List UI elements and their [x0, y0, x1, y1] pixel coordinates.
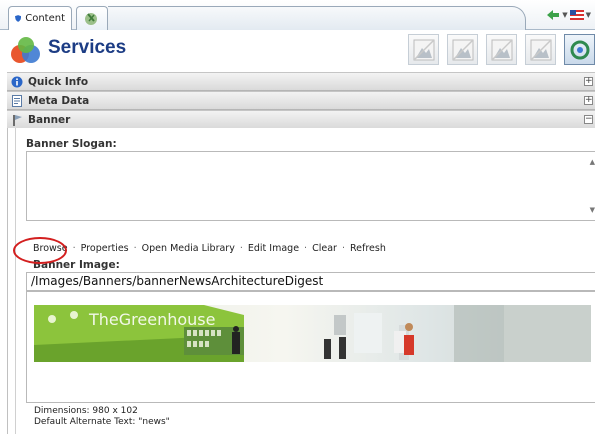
refresh-link[interactable]: Refresh — [350, 243, 386, 254]
section-banner[interactable]: Banner − — [7, 110, 595, 129]
section-label: Quick Info — [28, 75, 89, 88]
title-row: Services — [0, 30, 595, 72]
toolbar — [408, 34, 595, 65]
scroll-down-icon[interactable]: ▼ — [590, 206, 595, 214]
banner-icon — [13, 114, 22, 126]
info-icon — [11, 76, 23, 87]
banner-image-text: TheGreenhouse — [88, 310, 215, 329]
tab-strip-tools: ▼ ▼ — [546, 9, 591, 21]
banner-slogan-label: Banner Slogan: — [26, 138, 117, 150]
banner-image[interactable]: TheGreenhouse — [34, 305, 591, 362]
banner-image-frame: TheGreenhouse — [26, 291, 595, 403]
properties-link[interactable]: Properties — [81, 243, 129, 254]
services-logo-icon — [11, 37, 40, 63]
collapse-toggle[interactable]: − — [584, 115, 593, 124]
expand-toggle[interactable]: + — [584, 96, 593, 105]
tab-strip: Content ▼ ▼ — [0, 0, 595, 30]
cycle-icon — [570, 40, 589, 59]
expand-toggle[interactable]: + — [584, 77, 593, 86]
green-arrow-icon[interactable] — [546, 9, 560, 21]
banner-image-path[interactable]: /Images/Banners/bannerNewsArchitectureDi… — [26, 272, 595, 291]
link-separator: · — [72, 243, 76, 254]
tab-strip-fill — [108, 6, 526, 30]
scroll-up-icon[interactable]: ▲ — [590, 158, 595, 166]
tab-content-label: Content — [25, 13, 65, 24]
section-meta-data[interactable]: Meta Data + — [7, 91, 595, 110]
toolbar-button[interactable] — [486, 34, 517, 65]
image-dimensions: Dimensions: 980 x 102 — [34, 406, 138, 416]
link-separator: · — [341, 243, 345, 254]
banner-slogan-input[interactable]: ▲ ▼ — [26, 151, 595, 221]
link-separator: · — [304, 243, 308, 254]
link-separator: · — [239, 243, 243, 254]
shield-icon — [15, 15, 22, 22]
toolbar-button-cycle[interactable] — [564, 34, 595, 65]
highlight-circle — [13, 237, 67, 264]
flag-icon[interactable] — [569, 10, 584, 20]
document-icon — [12, 94, 22, 107]
open-media-library-link[interactable]: Open Media Library — [142, 243, 235, 254]
image-alt-text: Default Alternate Text: "news" — [34, 417, 170, 427]
chevron-down-icon[interactable]: ▼ — [586, 11, 591, 19]
globe-icon — [85, 12, 97, 25]
section-quick-info[interactable]: Quick Info + — [7, 72, 595, 91]
chevron-down-icon[interactable]: ▼ — [562, 11, 567, 19]
section-label: Banner — [28, 113, 71, 126]
toolbar-button[interactable] — [408, 34, 439, 65]
image-action-links: Browse · Properties · Open Media Library… — [33, 243, 386, 254]
toolbar-button[interactable] — [447, 34, 478, 65]
link-separator: · — [133, 243, 137, 254]
clear-link[interactable]: Clear — [312, 243, 337, 254]
image-placeholder-icon — [491, 39, 512, 60]
image-placeholder-icon — [530, 39, 551, 60]
tab-content[interactable]: Content — [8, 6, 72, 30]
image-placeholder-icon — [413, 39, 434, 60]
tab-globe[interactable] — [76, 6, 108, 30]
section-label: Meta Data — [28, 94, 90, 107]
banner-panel: Banner Slogan: ▲ ▼ Browse · Properties ·… — [7, 128, 595, 434]
image-placeholder-icon — [452, 39, 473, 60]
banner-panel-inner: Banner Slogan: ▲ ▼ Browse · Properties ·… — [15, 128, 595, 434]
page-title: Services — [48, 37, 127, 58]
edit-image-link[interactable]: Edit Image — [248, 243, 299, 254]
toolbar-button[interactable] — [525, 34, 556, 65]
